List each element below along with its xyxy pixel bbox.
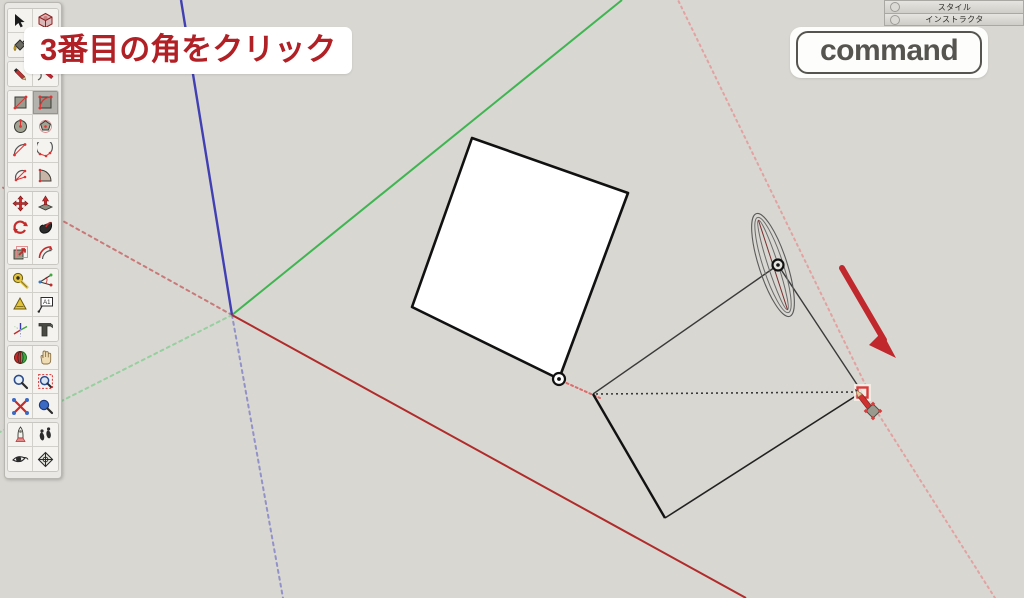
camera-group	[7, 345, 59, 419]
panel-instructor-label: インストラクタ	[925, 15, 984, 24]
inference-rays	[677, 0, 996, 598]
look-around-tool[interactable]	[8, 447, 34, 471]
eye-icon	[11, 455, 28, 462]
protractor-center-marker	[771, 258, 785, 272]
section-plane-icon	[37, 451, 54, 467]
text-label-icon: A1	[37, 297, 53, 313]
move-cross-icon	[12, 195, 28, 212]
circle-tool[interactable]	[8, 115, 34, 139]
scale-icon	[13, 245, 28, 259]
previous-view-tool[interactable]	[33, 394, 58, 418]
arrow-cursor-icon	[15, 13, 25, 27]
svg-text:A1: A1	[43, 300, 51, 306]
axes-tool[interactable]	[8, 317, 34, 341]
pie-icon	[38, 168, 52, 182]
move-tool[interactable]	[8, 192, 34, 216]
two-point-arc-icon	[37, 142, 53, 158]
blue-axis-dotted	[231, 314, 284, 598]
three-d-text-tool[interactable]	[33, 317, 58, 341]
panel-instructor[interactable]: インストラクタ	[884, 13, 1024, 26]
circle-icon	[13, 119, 27, 133]
rotate-icon	[12, 220, 28, 234]
magnifier-icon	[13, 374, 28, 390]
hand-pan-icon	[40, 350, 52, 365]
previous-view-icon	[38, 399, 54, 414]
offset-tool[interactable]	[33, 240, 58, 264]
draw-shape-group	[7, 90, 59, 188]
three-point-arc-tool[interactable]	[8, 163, 34, 187]
position-camera-icon	[14, 426, 26, 442]
push-pull-icon	[37, 195, 54, 211]
collapse-toggle-icon[interactable]	[890, 2, 900, 12]
text-tool[interactable]: A1	[33, 293, 58, 317]
rectangle-icon	[13, 95, 27, 110]
zoom-extents-tool[interactable]	[8, 394, 34, 418]
rotated-rectangle-icon	[38, 95, 53, 110]
walkthrough-group	[7, 422, 59, 472]
walk-tool[interactable]	[33, 423, 58, 447]
orbit-tool[interactable]	[8, 346, 34, 370]
panel-style[interactable]: スタイル	[884, 0, 1024, 13]
red-axis-solid	[231, 314, 747, 598]
follow-me-tool[interactable]	[33, 216, 58, 240]
arc-tool[interactable]	[8, 139, 34, 163]
sketchup-window: A1 スタイル インストラクタ command 3番目の角をクリック	[0, 0, 1024, 598]
polygon-icon	[39, 120, 52, 133]
zoom-tool[interactable]	[8, 370, 34, 394]
zoom-window-icon	[38, 374, 53, 389]
pie-tool[interactable]	[33, 163, 58, 187]
tape-measure-tool[interactable]	[8, 269, 34, 293]
protractor-tool[interactable]	[33, 269, 58, 293]
rotate-tool[interactable]	[8, 216, 34, 240]
white-face[interactable]	[410, 136, 630, 381]
axes-icon	[13, 322, 27, 336]
panel-style-label: スタイル	[937, 2, 972, 12]
collapse-toggle-icon[interactable]	[890, 14, 900, 25]
black-inference-horizontal	[595, 391, 859, 395]
follow-me-icon	[39, 221, 53, 234]
command-key-label: command	[796, 31, 983, 74]
red-pointer-arrow	[839, 265, 896, 358]
three-point-arc-icon	[14, 169, 26, 181]
model-viewport[interactable]	[0, 0, 1024, 598]
modify-group	[7, 191, 59, 265]
dimension-icon	[12, 296, 27, 310]
two-point-arc-tool[interactable]	[33, 139, 58, 163]
pan-tool[interactable]	[33, 346, 58, 370]
footsteps-icon	[39, 427, 51, 441]
endpoint-marker-white-face	[551, 371, 567, 387]
zoom-extents-icon	[11, 397, 29, 415]
construction-group: A1	[7, 268, 59, 342]
arc-icon	[12, 143, 26, 157]
section-plane-tool[interactable]	[33, 447, 58, 471]
instruction-caption: 3番目の角をクリック	[24, 27, 353, 74]
tape-measure-icon	[12, 272, 28, 289]
command-key-badge: command	[790, 27, 989, 78]
push-pull-tool[interactable]	[33, 192, 58, 216]
dimension-tool[interactable]	[8, 293, 34, 317]
scale-tool[interactable]	[8, 240, 34, 264]
rotated-rectangle-tool[interactable]	[33, 91, 58, 115]
tray-panels[interactable]: スタイル インストラクタ	[884, 0, 1024, 26]
instruction-caption-text: 3番目の角をクリック	[40, 32, 337, 67]
zoom-window-tool[interactable]	[33, 370, 58, 394]
rectangle-tool[interactable]	[8, 91, 34, 115]
offset-icon	[38, 245, 53, 259]
protractor-icon	[38, 273, 53, 287]
orbit-icon	[13, 351, 27, 364]
position-camera-tool[interactable]	[8, 423, 34, 447]
red-inference-lower	[871, 403, 996, 598]
polygon-tool[interactable]	[33, 115, 58, 139]
3d-text-icon	[38, 322, 53, 336]
